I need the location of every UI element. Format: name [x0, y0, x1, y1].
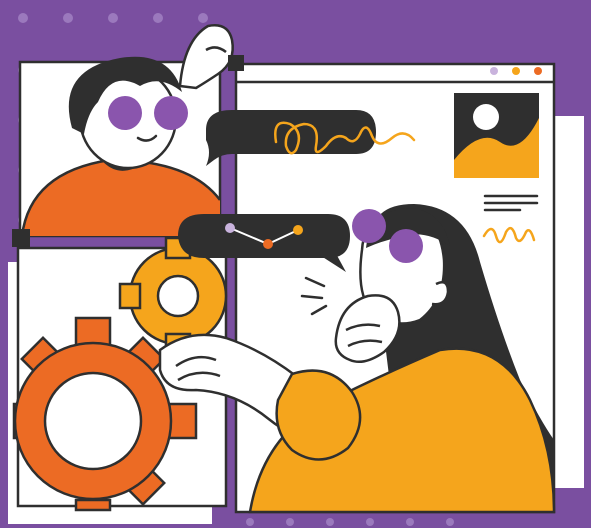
collaboration-illustration — [0, 0, 591, 528]
image-placeholder-icon — [454, 93, 539, 178]
window-control-dot — [534, 67, 542, 75]
window-control-dot — [490, 67, 498, 75]
glasses-lens — [154, 96, 188, 130]
glasses-lens — [108, 96, 142, 130]
window-control-dot — [512, 67, 520, 75]
glasses-lens — [389, 229, 423, 263]
glasses-lens — [352, 209, 386, 243]
pin-marker — [12, 229, 30, 247]
